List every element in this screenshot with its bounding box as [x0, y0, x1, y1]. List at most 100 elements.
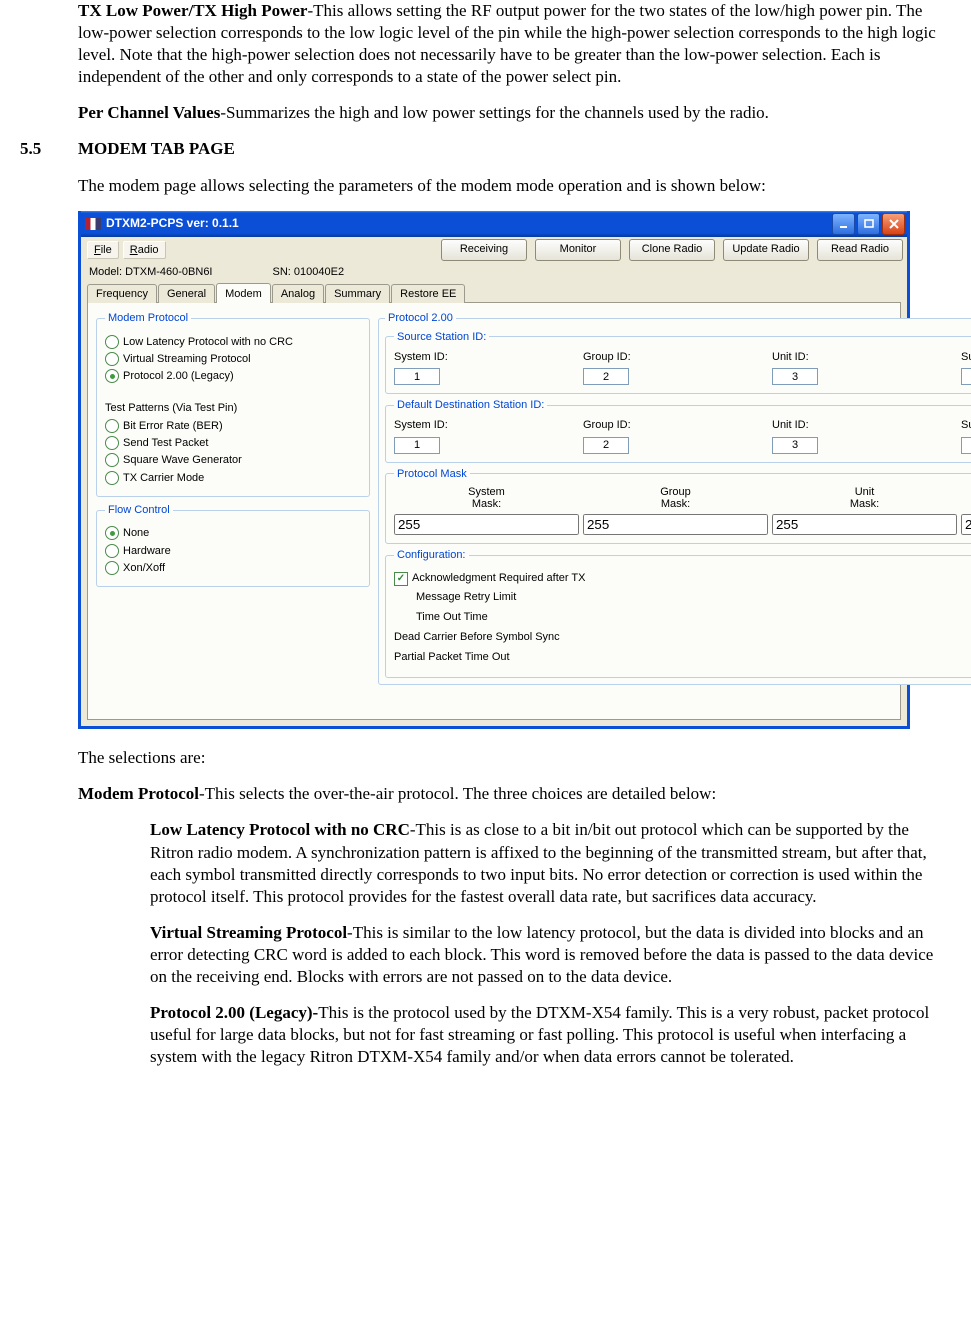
- unit-mask-input[interactable]: [772, 514, 957, 535]
- radio-squarewave-label: Square Wave Generator: [123, 453, 242, 467]
- label-subunit-id: Sub Unit ID:: [961, 350, 971, 364]
- modem-protocol-paragraph: Modem Protocol-This selects the over-the…: [78, 783, 949, 805]
- llp-heading: Low Latency Protocol with no CRC: [150, 820, 410, 839]
- label-system-id: System ID:: [394, 350, 579, 364]
- ack-required-label: Acknowledgment Required after TX: [412, 571, 585, 585]
- label-group-mask: GroupMask:: [583, 487, 768, 510]
- ack-required-checkbox[interactable]: Acknowledgment Required after TX: [394, 571, 971, 585]
- radio-squarewave[interactable]: Square Wave Generator: [105, 453, 361, 467]
- radio-flow-none-label: None: [123, 526, 149, 540]
- system-mask-input[interactable]: [394, 514, 579, 535]
- tab-frequency[interactable]: Frequency: [87, 284, 157, 303]
- radio-flow-xonxoff-label: Xon/Xoff: [123, 561, 165, 575]
- radio-flow-xonxoff[interactable]: Xon/Xoff: [105, 561, 361, 575]
- section-intro: The modem page allows selecting the para…: [78, 175, 949, 197]
- radio-icon: [105, 453, 119, 467]
- dest-system-id-input[interactable]: [394, 437, 440, 454]
- menu-toolbar: File Radio Receiving Monitor Clone Radio…: [81, 237, 907, 263]
- tab-modem[interactable]: Modem: [216, 283, 271, 303]
- radio-flow-hardware[interactable]: Hardware: [105, 544, 361, 558]
- clone-radio-button[interactable]: Clone Radio: [629, 239, 715, 261]
- radio-p200[interactable]: Protocol 2.00 (Legacy): [105, 369, 361, 383]
- app-window: DTXM2-PCPS ver: 0.1.1 File Radio Receivi…: [78, 211, 910, 730]
- radio-ber-label: Bit Error Rate (BER): [123, 419, 223, 433]
- receiving-button[interactable]: Receiving: [441, 239, 527, 261]
- window-titlebar: DTXM2-PCPS ver: 0.1.1: [81, 211, 907, 237]
- radio-icon: [105, 544, 119, 558]
- modem-protocol-heading: Modem Protocol: [78, 784, 199, 803]
- radio-icon: [105, 352, 119, 366]
- tab-summary[interactable]: Summary: [325, 284, 390, 303]
- radio-icon: [105, 335, 119, 349]
- configuration-group: Configuration: Acknowledgment Required a…: [385, 548, 971, 678]
- modem-protocol-group: Modem Protocol Low Latency Protocol with…: [96, 311, 370, 497]
- section-number: 5.5: [20, 138, 41, 160]
- update-radio-button[interactable]: Update Radio: [723, 239, 809, 261]
- per-channel-text: -Summarizes the high and low power setti…: [220, 103, 769, 122]
- modem-protocol-legend: Modem Protocol: [105, 311, 191, 325]
- group-mask-input[interactable]: [583, 514, 768, 535]
- test-patterns-header: Test Patterns (Via Test Pin): [105, 401, 361, 415]
- retry-limit-field: Message Retry Limit: [394, 589, 971, 606]
- tab-general[interactable]: General: [158, 284, 215, 303]
- radio-icon: [105, 436, 119, 450]
- dead-carrier-field: Dead Carrier Before Symbol Sync: [394, 629, 971, 646]
- device-info: Model: DTXM-460-0BN6I SN: 010040E2: [81, 263, 907, 282]
- subunit-mask-input[interactable]: [961, 514, 971, 535]
- tab-strip: Frequency General Modem Analog Summary R…: [81, 282, 907, 302]
- label-group-id: Group ID:: [583, 418, 768, 432]
- source-group-id-input[interactable]: [583, 368, 629, 385]
- partial-packet-field: Partial Packet Time Out: [394, 649, 971, 666]
- label-system-mask: SystemMask:: [394, 487, 579, 510]
- maximize-button[interactable]: [857, 213, 880, 235]
- menu-radio[interactable]: Radio: [123, 241, 166, 259]
- radio-send-test[interactable]: Send Test Packet: [105, 436, 361, 450]
- modem-tab-body: Modem Protocol Low Latency Protocol with…: [87, 302, 901, 720]
- dest-subunit-id-input[interactable]: [961, 437, 971, 454]
- source-station-legend: Source Station ID:: [394, 330, 489, 344]
- radio-vsp-label: Virtual Streaming Protocol: [123, 352, 251, 366]
- dead-carrier-label: Dead Carrier Before Symbol Sync: [394, 630, 971, 644]
- minimize-button[interactable]: [832, 213, 855, 235]
- vsp-paragraph: Virtual Streaming Protocol-This is simil…: [150, 922, 937, 988]
- radio-txcarrier-label: TX Carrier Mode: [123, 471, 204, 485]
- modem-protocol-text: -This selects the over-the-air protocol.…: [199, 784, 716, 803]
- section-title: MODEM TAB PAGE: [78, 138, 949, 160]
- tab-restore-ee[interactable]: Restore EE: [391, 284, 465, 303]
- radio-icon: [105, 471, 119, 485]
- radio-txcarrier[interactable]: TX Carrier Mode: [105, 471, 361, 485]
- protocol-mask-group: Protocol Mask SystemMask: GroupMask: Uni…: [385, 467, 971, 544]
- radio-send-test-label: Send Test Packet: [123, 436, 208, 450]
- source-unit-id-input[interactable]: [772, 368, 818, 385]
- dest-unit-id-input[interactable]: [772, 437, 818, 454]
- p200-heading: Protocol 2.00 (Legacy)-: [150, 1003, 318, 1022]
- label-group-id: Group ID:: [583, 350, 768, 364]
- radio-llp-label: Low Latency Protocol with no CRC: [123, 335, 293, 349]
- source-subunit-id-input[interactable]: [961, 368, 971, 385]
- retry-limit-label: Message Retry Limit: [416, 590, 971, 604]
- tab-analog[interactable]: Analog: [272, 284, 324, 303]
- radio-llp[interactable]: Low Latency Protocol with no CRC: [105, 335, 361, 349]
- radio-flow-none[interactable]: None: [105, 526, 361, 540]
- menu-file[interactable]: File: [87, 241, 119, 259]
- window-title: DTXM2-PCPS ver: 0.1.1: [106, 216, 239, 232]
- label-unit-id: Unit ID:: [772, 418, 957, 432]
- close-button[interactable]: [882, 213, 905, 235]
- tx-power-heading: TX Low Power/TX High Power: [78, 1, 307, 20]
- radio-vsp[interactable]: Virtual Streaming Protocol: [105, 352, 361, 366]
- flow-control-legend: Flow Control: [105, 503, 173, 517]
- tx-power-paragraph: TX Low Power/TX High Power-This allows s…: [78, 0, 949, 88]
- source-system-id-input[interactable]: [394, 368, 440, 385]
- radio-ber[interactable]: Bit Error Rate (BER): [105, 419, 361, 433]
- radio-icon: [105, 369, 119, 383]
- sn-label: SN:: [273, 266, 294, 278]
- label-subunit-id: Sub Unit ID:: [961, 418, 971, 432]
- timeout-label: Time Out Time: [416, 610, 971, 624]
- dest-group-id-input[interactable]: [583, 437, 629, 454]
- read-radio-button[interactable]: Read Radio: [817, 239, 903, 261]
- p200-paragraph: Protocol 2.00 (Legacy)-This is the proto…: [150, 1002, 937, 1068]
- label-system-id: System ID:: [394, 418, 579, 432]
- label-subunit-mask: Sub UnitMask:: [961, 487, 971, 510]
- monitor-button[interactable]: Monitor: [535, 239, 621, 261]
- radio-flow-hardware-label: Hardware: [123, 544, 171, 558]
